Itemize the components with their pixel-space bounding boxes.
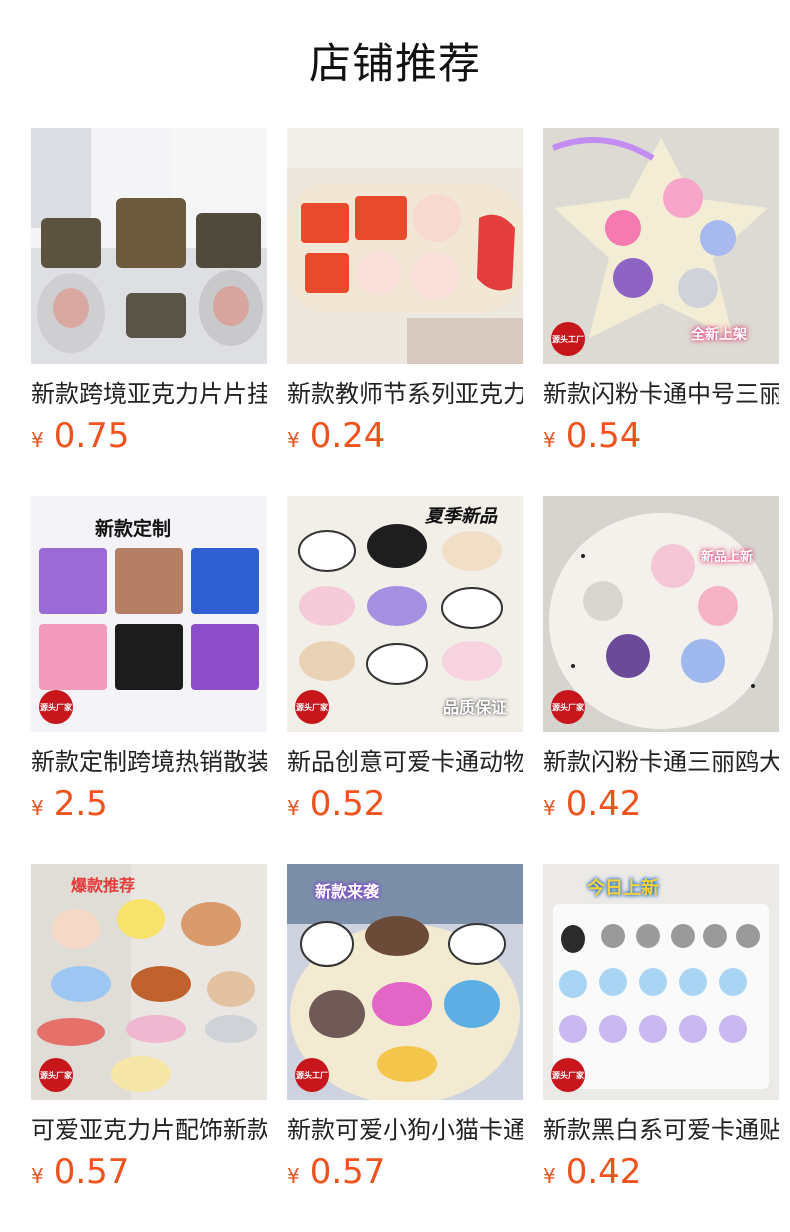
product-card[interactable]: 新款跨境亚克力片片挂饰 ¥ 0.75	[31, 128, 267, 496]
source-factory-badge: 源头厂家	[295, 690, 329, 724]
product-card[interactable]: 新款来袭 源头工厂 新款可爱小狗小猫卡通 ¥ 0.57	[287, 864, 523, 1232]
source-factory-badge: 源头工厂	[295, 1058, 329, 1092]
promo-label: 今日上新	[587, 878, 659, 899]
currency-symbol: ¥	[543, 796, 556, 820]
product-title[interactable]: 新品创意可爱卡通动物	[287, 746, 523, 778]
product-image[interactable]: 爆款推荐 源头厂家	[31, 864, 267, 1100]
promo-label: 新款来袭	[315, 882, 380, 901]
product-title[interactable]: 新款跨境亚克力片片挂饰	[31, 378, 267, 410]
price-value: 0.54	[565, 416, 642, 456]
product-card[interactable]: 新款教师节系列亚克力片 ¥ 0.24	[287, 128, 523, 496]
product-image[interactable]: 今日上新 源头厂家	[543, 864, 779, 1100]
product-price: ¥ 2.5	[31, 786, 267, 822]
price-value: 0.57	[309, 1152, 386, 1192]
promo-label: 新品上新	[701, 550, 754, 565]
currency-symbol: ¥	[287, 1164, 300, 1188]
source-factory-badge: 源头厂家	[39, 690, 73, 724]
product-title[interactable]: 新款教师节系列亚克力片	[287, 378, 523, 410]
source-factory-badge: 源头厂家	[551, 690, 585, 724]
currency-symbol: ¥	[543, 428, 556, 452]
price-value: 0.42	[565, 1152, 642, 1192]
quality-label: 品质保证	[443, 698, 508, 717]
price-value: 0.42	[565, 784, 642, 824]
source-factory-badge: 源头厂家	[39, 1058, 73, 1092]
currency-symbol: ¥	[31, 428, 44, 452]
promo-label: 爆款推荐	[71, 876, 136, 895]
currency-symbol: ¥	[31, 1164, 44, 1188]
price-value: 0.52	[309, 784, 386, 824]
currency-symbol: ¥	[31, 796, 44, 820]
product-title[interactable]: 新款黑白系可爱卡通贴	[543, 1114, 779, 1146]
product-card[interactable]: 夏季新品 品质保证 源头厂家 新品创意可爱卡通动物 ¥ 0.52	[287, 496, 523, 864]
product-image[interactable]	[287, 128, 523, 364]
product-image[interactable]: 夏季新品 品质保证 源头厂家	[287, 496, 523, 732]
product-title[interactable]: 新款定制跨境热销散装	[31, 746, 267, 778]
promo-label: 新款定制	[95, 518, 172, 540]
product-price: ¥ 0.54	[543, 418, 779, 454]
product-price: ¥ 0.42	[543, 786, 779, 822]
product-image[interactable]: 新品上新 源头厂家	[543, 496, 779, 732]
product-card[interactable]: 今日上新 源头厂家 新款黑白系可爱卡通贴 ¥ 0.42	[543, 864, 779, 1232]
product-price: ¥ 0.75	[31, 418, 267, 454]
product-card[interactable]: 新品上新 源头厂家 新款闪粉卡通三丽鸥大号 ¥ 0.42	[543, 496, 779, 864]
product-card[interactable]: 爆款推荐 源头厂家 可爱亚克力片配饰新款 ¥ 0.57	[31, 864, 267, 1232]
product-price: ¥ 0.42	[543, 1154, 779, 1190]
price-value: 0.75	[53, 416, 130, 456]
product-image[interactable]: 全新上架 源头工厂	[543, 128, 779, 364]
product-price: ¥ 0.57	[31, 1154, 267, 1190]
price-value: 2.5	[53, 784, 108, 824]
product-price: ¥ 0.57	[287, 1154, 523, 1190]
product-price: ¥ 0.52	[287, 786, 523, 822]
source-factory-badge: 源头工厂	[551, 322, 585, 356]
source-factory-badge: 源头厂家	[551, 1058, 585, 1092]
product-card[interactable]: 新款定制 源头厂家 新款定制跨境热销散装 ¥ 2.5	[31, 496, 267, 864]
currency-symbol: ¥	[543, 1164, 556, 1188]
product-image[interactable]	[31, 128, 267, 364]
product-price: ¥ 0.24	[287, 418, 523, 454]
product-title[interactable]: 新款可爱小狗小猫卡通	[287, 1114, 523, 1146]
promo-label: 夏季新品	[425, 506, 497, 527]
product-title[interactable]: 新款闪粉卡通三丽鸥大号	[543, 746, 779, 778]
page-header: 店铺推荐	[0, 0, 790, 128]
product-title[interactable]: 新款闪粉卡通中号三丽鸥	[543, 378, 779, 410]
page-title: 店铺推荐	[308, 38, 481, 88]
promo-label: 全新上架	[691, 327, 747, 343]
product-image[interactable]: 新款定制 源头厂家	[31, 496, 267, 732]
product-title[interactable]: 可爱亚克力片配饰新款	[31, 1114, 267, 1146]
price-value: 0.57	[53, 1152, 130, 1192]
price-value: 0.24	[309, 416, 386, 456]
product-image[interactable]: 新款来袭 源头工厂	[287, 864, 523, 1100]
product-card[interactable]: 全新上架 源头工厂 新款闪粉卡通中号三丽鸥 ¥ 0.54	[543, 128, 779, 496]
currency-symbol: ¥	[287, 796, 300, 820]
product-grid: 新款跨境亚克力片片挂饰 ¥ 0.75 新款教师节系列亚克力片	[31, 128, 779, 1232]
currency-symbol: ¥	[287, 428, 300, 452]
